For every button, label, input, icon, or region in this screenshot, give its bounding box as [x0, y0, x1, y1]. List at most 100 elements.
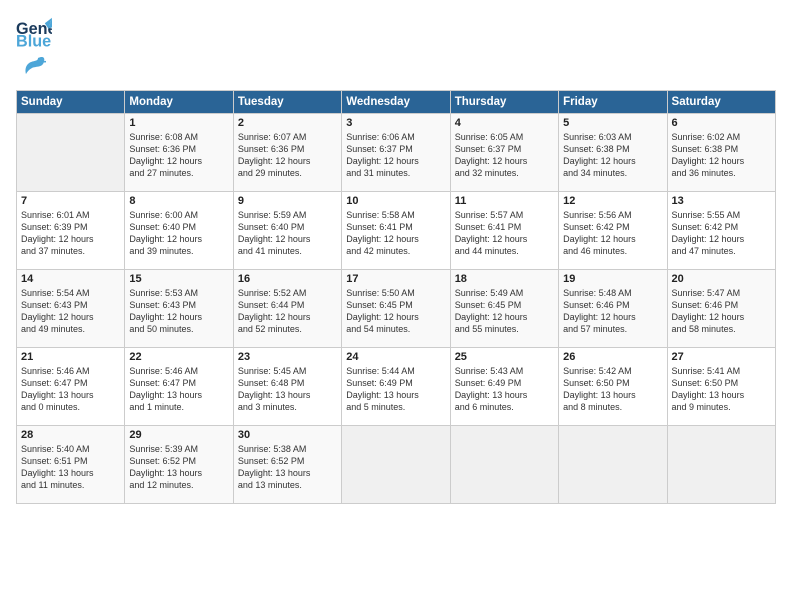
calendar-cell: 20 Sunrise: 5:47 AM Sunset: 6:46 PM Dayli… [667, 270, 775, 348]
day-info: Sunrise: 5:58 AM Sunset: 6:41 PM Dayligh… [346, 209, 445, 258]
calendar-cell: 14Sunrise: 5:54 AM Sunset: 6:43 PM Dayli… [17, 270, 125, 348]
day-info: Sunrise: 5:52 AM Sunset: 6:44 PM Dayligh… [238, 287, 337, 336]
day-info: Sunrise: 6:07 AM Sunset: 6:36 PM Dayligh… [238, 131, 337, 180]
calendar-cell: 12 Sunrise: 5:56 AM Sunset: 6:42 PM Dayli… [559, 192, 667, 270]
day-info: Sunrise: 5:54 AM Sunset: 6:43 PM Dayligh… [21, 287, 120, 336]
weekday-header-tuesday: Tuesday [233, 91, 341, 114]
day-info: Sunrise: 5:50 AM Sunset: 6:45 PM Dayligh… [346, 287, 445, 336]
day-number: 13 [672, 195, 771, 207]
day-number: 16 [238, 273, 337, 285]
day-info: Sunrise: 6:02 AM Sunset: 6:38 PM Dayligh… [672, 131, 771, 180]
calendar-cell: 3 Sunrise: 6:06 AM Sunset: 6:37 PM Daylig… [342, 114, 450, 192]
day-info: Sunrise: 5:45 AM Sunset: 6:48 PM Dayligh… [238, 365, 337, 414]
weekday-header-monday: Monday [125, 91, 233, 114]
page-header: General Blue [16, 16, 776, 80]
calendar-cell: 5 Sunrise: 6:03 AM Sunset: 6:38 PM Daylig… [559, 114, 667, 192]
calendar-cell: 21Sunrise: 5:46 AM Sunset: 6:47 PM Dayli… [17, 348, 125, 426]
day-number: 17 [346, 273, 445, 285]
calendar-week-1: 1 Sunrise: 6:08 AM Sunset: 6:36 PM Daylig… [17, 114, 776, 192]
day-info: Sunrise: 5:48 AM Sunset: 6:46 PM Dayligh… [563, 287, 662, 336]
day-info: Sunrise: 5:38 AM Sunset: 6:52 PM Dayligh… [238, 443, 337, 492]
calendar-cell: 2 Sunrise: 6:07 AM Sunset: 6:36 PM Daylig… [233, 114, 341, 192]
day-info: Sunrise: 5:42 AM Sunset: 6:50 PM Dayligh… [563, 365, 662, 414]
calendar-table: SundayMondayTuesdayWednesdayThursdayFrid… [16, 90, 776, 504]
calendar-cell: 10 Sunrise: 5:58 AM Sunset: 6:41 PM Dayli… [342, 192, 450, 270]
day-info: Sunrise: 5:44 AM Sunset: 6:49 PM Dayligh… [346, 365, 445, 414]
day-info: Sunrise: 5:39 AM Sunset: 6:52 PM Dayligh… [129, 443, 228, 492]
day-number: 29 [129, 429, 228, 441]
weekday-header-saturday: Saturday [667, 91, 775, 114]
calendar-cell [667, 426, 775, 504]
day-info: Sunrise: 6:03 AM Sunset: 6:38 PM Dayligh… [563, 131, 662, 180]
day-info: Sunrise: 5:43 AM Sunset: 6:49 PM Dayligh… [455, 365, 554, 414]
calendar-cell: 24 Sunrise: 5:44 AM Sunset: 6:49 PM Dayli… [342, 348, 450, 426]
day-info: Sunrise: 6:05 AM Sunset: 6:37 PM Dayligh… [455, 131, 554, 180]
calendar-cell: 1 Sunrise: 6:08 AM Sunset: 6:36 PM Daylig… [125, 114, 233, 192]
day-info: Sunrise: 5:56 AM Sunset: 6:42 PM Dayligh… [563, 209, 662, 258]
day-number: 30 [238, 429, 337, 441]
day-number: 24 [346, 351, 445, 363]
day-info: Sunrise: 5:46 AM Sunset: 6:47 PM Dayligh… [21, 365, 120, 414]
day-number: 8 [129, 195, 228, 207]
weekday-header-sunday: Sunday [17, 91, 125, 114]
calendar-cell: 25 Sunrise: 5:43 AM Sunset: 6:49 PM Dayli… [450, 348, 558, 426]
svg-text:Blue: Blue [16, 33, 51, 51]
day-number: 18 [455, 273, 554, 285]
day-number: 25 [455, 351, 554, 363]
day-number: 1 [129, 117, 228, 129]
day-info: Sunrise: 6:00 AM Sunset: 6:40 PM Dayligh… [129, 209, 228, 258]
day-info: Sunrise: 5:57 AM Sunset: 6:41 PM Dayligh… [455, 209, 554, 258]
day-info: Sunrise: 5:47 AM Sunset: 6:46 PM Dayligh… [672, 287, 771, 336]
day-number: 5 [563, 117, 662, 129]
day-number: 7 [21, 195, 120, 207]
day-number: 6 [672, 117, 771, 129]
day-number: 12 [563, 195, 662, 207]
day-number: 23 [238, 351, 337, 363]
weekday-header-row: SundayMondayTuesdayWednesdayThursdayFrid… [17, 91, 776, 114]
day-info: Sunrise: 5:49 AM Sunset: 6:45 PM Dayligh… [455, 287, 554, 336]
calendar-cell: 19 Sunrise: 5:48 AM Sunset: 6:46 PM Dayli… [559, 270, 667, 348]
calendar-cell: 28 Sunrise: 5:40 AM Sunset: 6:51 PM Dayli… [17, 426, 125, 504]
day-info: Sunrise: 5:46 AM Sunset: 6:47 PM Dayligh… [129, 365, 228, 414]
day-number: 10 [346, 195, 445, 207]
day-number: 28 [21, 429, 120, 441]
logo: General Blue [16, 16, 52, 80]
day-info: Sunrise: 6:08 AM Sunset: 6:36 PM Dayligh… [129, 131, 228, 180]
day-number: 15 [129, 273, 228, 285]
day-info: Sunrise: 6:01 AM Sunset: 6:39 PM Dayligh… [21, 209, 120, 258]
weekday-header-friday: Friday [559, 91, 667, 114]
day-info: Sunrise: 5:40 AM Sunset: 6:51 PM Dayligh… [21, 443, 120, 492]
day-info: Sunrise: 5:41 AM Sunset: 6:50 PM Dayligh… [672, 365, 771, 414]
day-number: 26 [563, 351, 662, 363]
bird-icon [18, 52, 46, 80]
day-info: Sunrise: 6:06 AM Sunset: 6:37 PM Dayligh… [346, 131, 445, 180]
calendar-cell: 17 Sunrise: 5:50 AM Sunset: 6:45 PM Dayli… [342, 270, 450, 348]
calendar-cell: 23 Sunrise: 5:45 AM Sunset: 6:48 PM Dayli… [233, 348, 341, 426]
calendar-cell [342, 426, 450, 504]
calendar-cell: 9Sunrise: 5:59 AM Sunset: 6:40 PM Daylig… [233, 192, 341, 270]
page-container: General Blue [0, 0, 792, 612]
day-number: 11 [455, 195, 554, 207]
day-info: Sunrise: 5:55 AM Sunset: 6:42 PM Dayligh… [672, 209, 771, 258]
calendar-cell: 7 Sunrise: 6:01 AM Sunset: 6:39 PM Daylig… [17, 192, 125, 270]
logo-icon: General Blue [16, 16, 52, 52]
calendar-cell: 18 Sunrise: 5:49 AM Sunset: 6:45 PM Dayli… [450, 270, 558, 348]
day-info: Sunrise: 5:59 AM Sunset: 6:40 PM Dayligh… [238, 209, 337, 258]
calendar-cell: 22 Sunrise: 5:46 AM Sunset: 6:47 PM Dayli… [125, 348, 233, 426]
day-number: 4 [455, 117, 554, 129]
day-number: 3 [346, 117, 445, 129]
calendar-cell: 8 Sunrise: 6:00 AM Sunset: 6:40 PM Daylig… [125, 192, 233, 270]
day-number: 19 [563, 273, 662, 285]
calendar-cell: 29 Sunrise: 5:39 AM Sunset: 6:52 PM Dayli… [125, 426, 233, 504]
calendar-week-2: 7 Sunrise: 6:01 AM Sunset: 6:39 PM Daylig… [17, 192, 776, 270]
day-info: Sunrise: 5:53 AM Sunset: 6:43 PM Dayligh… [129, 287, 228, 336]
calendar-cell: 6 Sunrise: 6:02 AM Sunset: 6:38 PM Daylig… [667, 114, 775, 192]
day-number: 27 [672, 351, 771, 363]
day-number: 2 [238, 117, 337, 129]
calendar-week-3: 14Sunrise: 5:54 AM Sunset: 6:43 PM Dayli… [17, 270, 776, 348]
calendar-cell: 13 Sunrise: 5:55 AM Sunset: 6:42 PM Dayli… [667, 192, 775, 270]
day-number: 22 [129, 351, 228, 363]
calendar-cell [17, 114, 125, 192]
day-number: 20 [672, 273, 771, 285]
calendar-cell: 11 Sunrise: 5:57 AM Sunset: 6:41 PM Dayli… [450, 192, 558, 270]
